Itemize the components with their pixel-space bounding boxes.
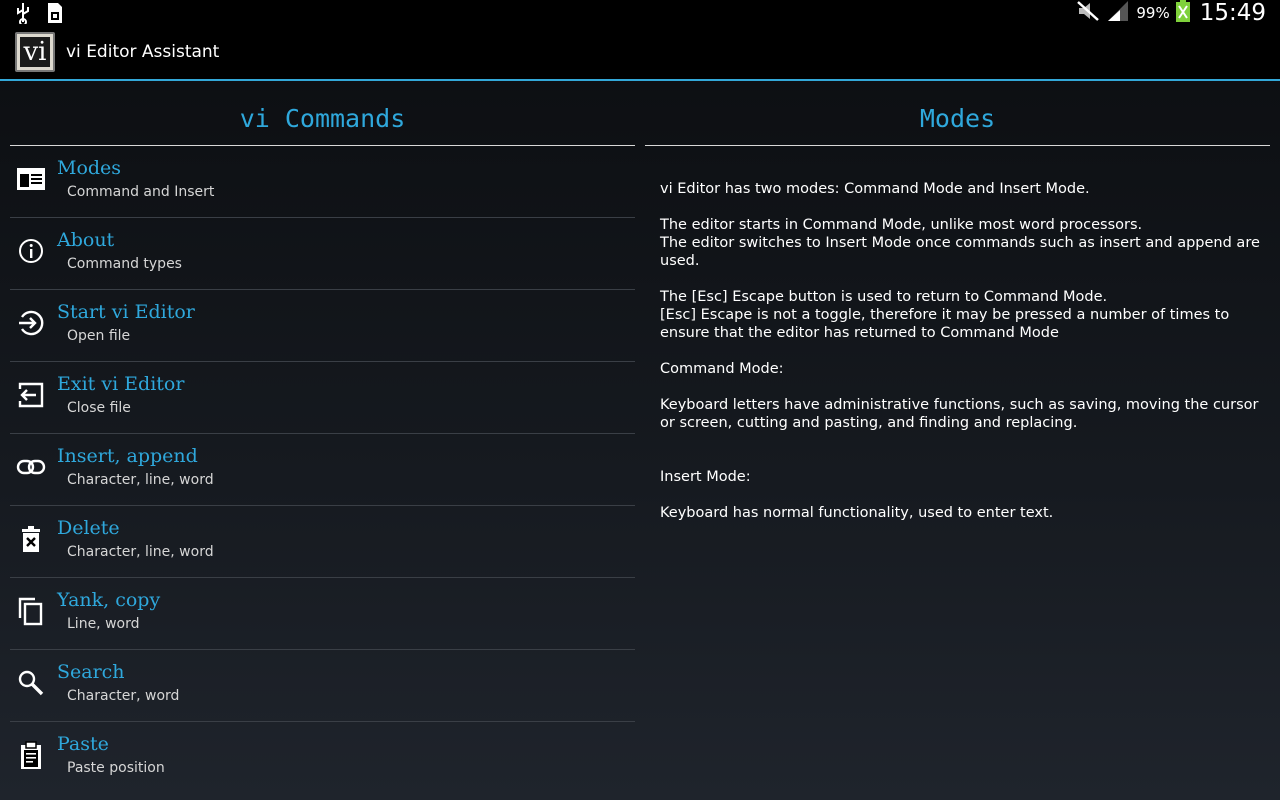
mute-icon: [1076, 0, 1100, 26]
detail-pane-title: Modes: [919, 104, 996, 133]
list-item-title: About: [57, 229, 115, 251]
battery-icon: [1175, 0, 1190, 26]
trash-icon: [16, 524, 46, 554]
action-bar: vi vi Editor Assistant: [0, 26, 1280, 81]
list-item-subtitle: Command and Insert: [67, 184, 215, 200]
usb-icon: [14, 2, 32, 28]
list-item-start-vi-editor[interactable]: Start vi Editor Open file: [10, 290, 635, 362]
app-title: vi Editor Assistant: [66, 42, 220, 62]
list-item-yank-copy[interactable]: Yank, copy Line, word: [10, 578, 635, 650]
list-item-subtitle: Line, word: [67, 616, 140, 632]
list-item-title: Search: [57, 661, 125, 683]
exit-icon: [16, 380, 46, 410]
list-item-title: Modes: [57, 157, 122, 179]
app-logo-text: vi: [20, 37, 50, 67]
list-item-paste[interactable]: Paste Paste position: [10, 722, 635, 793]
info-icon: [16, 236, 46, 266]
list-item-title: Exit vi Editor: [57, 373, 185, 395]
list-item-search[interactable]: Search Character, word: [10, 650, 635, 722]
list-item-subtitle: Character, word: [67, 688, 180, 704]
list-item-subtitle: Close file: [67, 400, 131, 416]
list-item-title: Delete: [57, 517, 120, 539]
clock: 15:49: [1199, 0, 1266, 26]
list-item-modes[interactable]: Modes Command and Insert: [10, 146, 635, 218]
window-icon: [16, 164, 46, 194]
list-item-title: Insert, append: [57, 445, 198, 467]
enter-icon: [16, 308, 46, 338]
command-list: Modes Command and Insert About Command t…: [10, 146, 635, 793]
divider: [645, 145, 1270, 146]
list-item-subtitle: Open file: [67, 328, 131, 344]
list-item-subtitle: Command types: [67, 256, 182, 272]
battery-percent: 99%: [1136, 4, 1170, 22]
list-item-subtitle: Paste position: [67, 760, 165, 776]
sim-card-icon: [46, 2, 64, 28]
commands-pane-title: vi Commands: [239, 104, 406, 133]
detail-body-text: vi Editor has two modes: Command Mode an…: [660, 181, 1260, 521]
clipboard-icon: [16, 740, 46, 770]
list-item-about[interactable]: About Command types: [10, 218, 635, 290]
list-item-subtitle: Character, line, word: [67, 544, 214, 560]
list-item-exit-vi-editor[interactable]: Exit vi Editor Close file: [10, 362, 635, 434]
list-item-delete[interactable]: Delete Character, line, word: [10, 506, 635, 578]
link-icon: [16, 452, 46, 482]
list-item-title: Paste: [57, 733, 109, 755]
list-item-title: Start vi Editor: [57, 301, 195, 323]
list-item-title: Yank, copy: [57, 589, 161, 611]
copy-icon: [16, 596, 46, 626]
list-item-subtitle: Character, line, word: [67, 472, 214, 488]
signal-icon: [1106, 0, 1130, 26]
app-logo-icon[interactable]: vi: [15, 32, 55, 72]
search-icon: [16, 668, 46, 698]
list-item-insert-append[interactable]: Insert, append Character, line, word: [10, 434, 635, 506]
status-bar: 99% 15:49: [0, 0, 1280, 26]
